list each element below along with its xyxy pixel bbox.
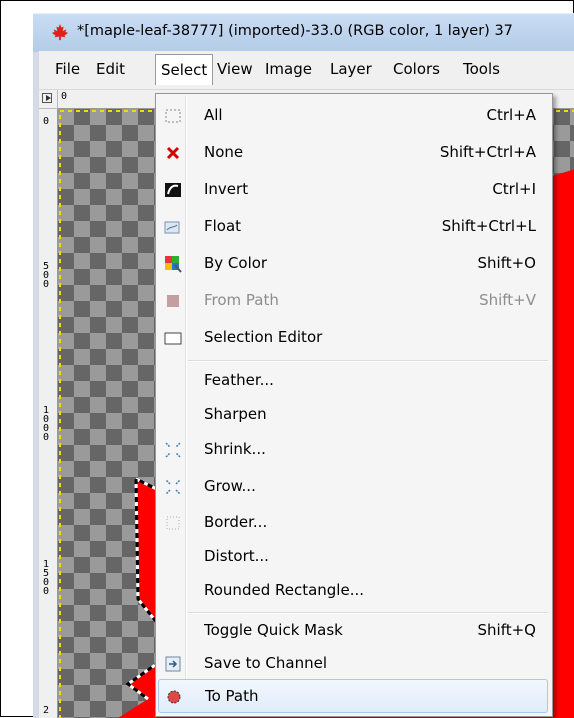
menu-item-label: From Path — [204, 291, 279, 309]
menu-item-label: Save to Channel — [204, 654, 327, 672]
menu-item-to-path[interactable]: To Path — [158, 679, 548, 713]
menu-item-label: Grow... — [204, 477, 256, 495]
ruler-label: 500 — [42, 261, 50, 290]
menu-item-selection-editor[interactable]: Selection Editor — [158, 321, 548, 355]
maple-leaf-app-icon — [51, 23, 69, 41]
menu-item-label: Sharpen — [204, 405, 267, 423]
menu-item-sharpen[interactable]: Sharpen — [158, 398, 548, 432]
menu-item-label: Selection Editor — [204, 328, 323, 346]
menu-item-shortcut: Ctrl+A — [486, 106, 536, 124]
menu-item-shortcut: Shift+O — [477, 254, 536, 272]
select-all-icon — [165, 109, 181, 123]
menu-bar: File Edit Select View Image Layer Colors… — [39, 51, 574, 90]
menu-item-from-path[interactable]: From Path Shift+V — [158, 284, 548, 318]
shrink-icon — [165, 442, 181, 458]
grow-icon — [165, 479, 181, 495]
menu-item-feather[interactable]: Feather... — [158, 364, 548, 398]
to-path-icon — [167, 690, 181, 704]
menu-item-by-color[interactable]: By Color Shift+O — [158, 247, 548, 281]
ruler-label: 1500 — [42, 559, 50, 597]
vertical-ruler[interactable]: 0 500 1000 1500 2 — [39, 109, 58, 718]
menu-file[interactable]: File — [55, 60, 80, 78]
menu-item-invert[interactable]: Invert Ctrl+I — [158, 173, 548, 207]
menu-item-label: By Color — [204, 254, 268, 272]
menu-item-label: Toggle Quick Mask — [204, 621, 343, 639]
invert-icon — [165, 183, 181, 197]
from-path-icon — [167, 295, 179, 307]
menu-select[interactable]: Select — [155, 54, 214, 85]
menu-item-shortcut: Ctrl+I — [492, 180, 536, 198]
save-to-channel-icon — [165, 656, 181, 672]
menu-item-shortcut: Shift+Ctrl+A — [439, 143, 536, 161]
menu-item-label: Distort... — [204, 547, 269, 565]
menu-item-label: To Path — [205, 687, 259, 705]
window-title: *[maple-leaf-38777] (imported)-33.0 (RGB… — [77, 23, 513, 39]
menu-item-label: Float — [204, 217, 242, 235]
menu-item-label: Border... — [204, 513, 268, 531]
menu-view[interactable]: View — [217, 60, 253, 78]
menu-item-label: Invert — [204, 180, 249, 198]
quick-mask-toggle[interactable] — [39, 90, 58, 109]
select-menu-dropdown: All Ctrl+A None Shift+Ctrl+A Invert Ctrl… — [155, 93, 553, 717]
menu-image[interactable]: Image — [265, 60, 312, 78]
menu-item-rounded-rectangle[interactable]: Rounded Rectangle... — [158, 574, 548, 608]
menu-item-label: All — [204, 106, 223, 124]
menu-item-toggle-quick-mask[interactable]: Toggle Quick Mask Shift+Q — [158, 614, 548, 648]
border-icon — [166, 516, 180, 530]
menu-item-label: Shrink... — [204, 440, 266, 458]
select-none-icon — [166, 146, 180, 160]
menu-item-label: Feather... — [204, 371, 274, 389]
ruler-label: 0 — [61, 91, 68, 102]
ruler-label: 0 — [42, 116, 50, 127]
selection-editor-icon — [164, 332, 182, 345]
ruler-label: 1000 — [42, 405, 50, 443]
menu-colors[interactable]: Colors — [393, 60, 440, 78]
menu-item-label: None — [204, 143, 244, 161]
menu-item-distort[interactable]: Distort... — [158, 540, 548, 574]
menu-edit[interactable]: Edit — [96, 60, 125, 78]
menu-item-label: Rounded Rectangle... — [204, 581, 365, 599]
menu-item-all[interactable]: All Ctrl+A — [158, 99, 548, 133]
menu-item-shortcut: Shift+Ctrl+L — [441, 217, 536, 235]
ruler-label: 2 — [42, 705, 50, 716]
menu-layer[interactable]: Layer — [330, 60, 372, 78]
float-icon — [164, 221, 180, 234]
menu-separator — [188, 360, 548, 362]
menu-item-border[interactable]: Border... — [158, 506, 548, 540]
menu-item-grow[interactable]: Grow... — [158, 470, 548, 504]
menu-item-save-to-channel[interactable]: Save to Channel — [158, 647, 548, 681]
menu-item-shortcut: Shift+Q — [477, 621, 536, 639]
screenshot-frame: *[maple-leaf-38777] (imported)-33.0 (RGB… — [0, 0, 574, 718]
menu-item-none[interactable]: None Shift+Ctrl+A — [158, 136, 548, 170]
menu-item-shrink[interactable]: Shrink... — [158, 433, 548, 467]
play-icon — [42, 93, 52, 103]
title-bar[interactable]: *[maple-leaf-38777] (imported)-33.0 (RGB… — [33, 13, 574, 52]
menu-tools[interactable]: Tools — [463, 60, 500, 78]
by-color-icon — [165, 256, 182, 273]
menu-item-shortcut: Shift+V — [479, 291, 536, 309]
menu-item-float[interactable]: Float Shift+Ctrl+L — [158, 210, 548, 244]
